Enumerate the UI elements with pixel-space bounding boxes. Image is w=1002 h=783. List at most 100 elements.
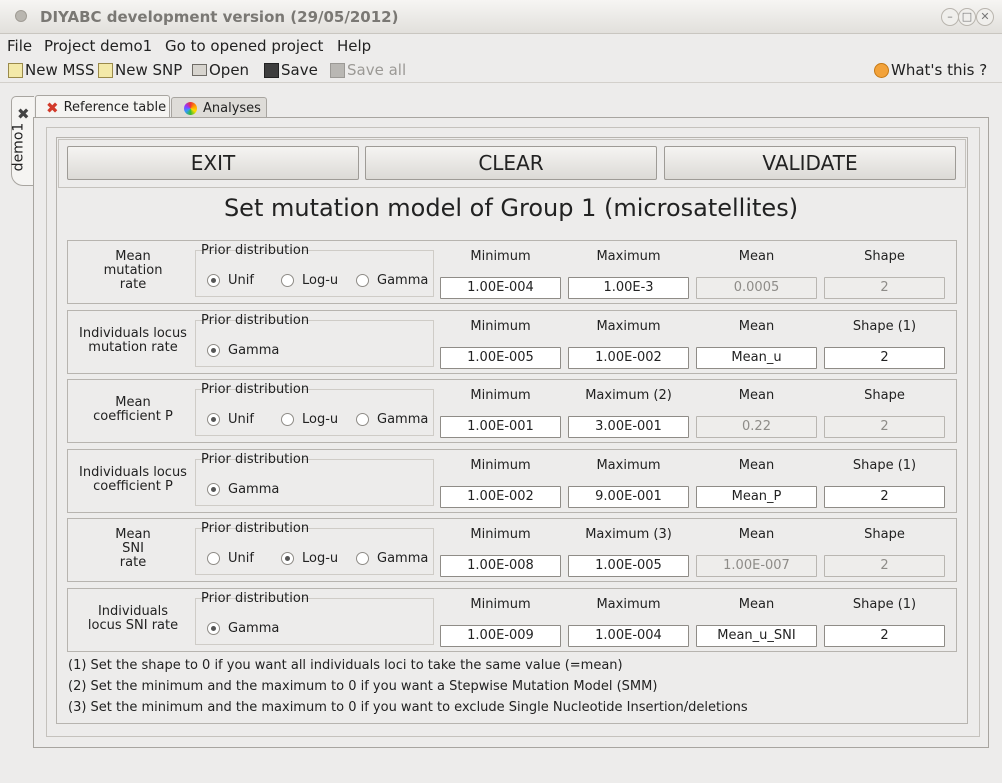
window-menu-icon[interactable] [15, 10, 27, 22]
color-wheel-icon [184, 101, 197, 115]
save-button[interactable]: Save [264, 61, 318, 79]
shape-input[interactable]: 2 [824, 347, 945, 369]
column-header-shape: Shape (1) [852, 319, 917, 334]
window-title: DIYABC development version (29/05/2012) [40, 8, 399, 26]
menu-go-to-opened-project[interactable]: Go to opened project [165, 37, 323, 55]
close-red-x-icon: ✖ [46, 98, 59, 117]
radio-indicator-icon [356, 552, 369, 565]
menu-help[interactable]: Help [337, 37, 371, 55]
tab-analyses[interactable]: Analyses [171, 97, 267, 118]
maximize-button[interactable]: □ [958, 8, 976, 26]
shape-input[interactable]: 2 [824, 625, 945, 647]
save-all-button[interactable]: Save all [330, 61, 406, 79]
radio-logu[interactable]: Log-u [281, 412, 338, 427]
whats-this-button[interactable]: What's this ? [874, 61, 987, 79]
minimize-button[interactable]: – [941, 8, 959, 26]
column-header-mean: Mean [738, 388, 775, 403]
radio-gamma[interactable]: Gamma [356, 273, 428, 288]
radio-indicator-icon [207, 344, 220, 357]
mean-input[interactable]: Mean_u [696, 347, 817, 369]
shape-input: 2 [824, 416, 945, 438]
shape-input: 2 [824, 555, 945, 577]
radio-gamma[interactable]: Gamma [356, 412, 428, 427]
radio-gamma[interactable]: Gamma [356, 551, 428, 566]
radio-indicator-icon [281, 413, 294, 426]
radio-gamma[interactable]: Gamma [207, 343, 279, 358]
minimum-input[interactable]: 1.00E-005 [440, 347, 561, 369]
parameter-row: Individuals locus SNI rate Prior distribu… [67, 588, 957, 652]
column-header-minimum: Minimum [470, 597, 531, 612]
parameter-row: Individuals locus mutation rate Prior dis… [67, 310, 957, 374]
clear-button[interactable]: CLEAR [365, 146, 657, 180]
mean-input[interactable]: Mean_u_SNI [696, 625, 817, 647]
radio-gamma[interactable]: Gamma [207, 482, 279, 497]
maximum-input[interactable]: 3.00E-001 [568, 416, 689, 438]
page-title: Set mutation model of Group 1 (microsate… [223, 194, 799, 222]
title-bar: DIYABC development version (29/05/2012) … [0, 0, 1002, 34]
radio-logu[interactable]: Log-u [281, 273, 338, 288]
menu-file[interactable]: File [7, 37, 32, 55]
radio-unif[interactable]: Unif [207, 412, 254, 427]
exit-button[interactable]: EXIT [67, 146, 359, 180]
radio-unif[interactable]: Unif [207, 551, 254, 566]
minimum-input[interactable]: 1.00E-008 [440, 555, 561, 577]
parameter-row: Mean mutation rate Prior distribution Unif… [67, 240, 957, 304]
column-header-shape: Shape [864, 527, 905, 542]
validate-button[interactable]: VALIDATE [664, 146, 956, 180]
mean-input[interactable]: Mean_P [696, 486, 817, 508]
column-header-maximum: Maximum [596, 249, 661, 264]
menu-project[interactable]: Project demo1 [44, 37, 152, 55]
footnote: (3) Set the minimum and the maximum to 0… [68, 700, 748, 715]
mean-input: 0.22 [696, 416, 817, 438]
close-project-icon[interactable]: ✖ [17, 105, 30, 123]
minimum-input[interactable]: 1.00E-002 [440, 486, 561, 508]
radio-unif[interactable]: Unif [207, 273, 254, 288]
floppy-disk-icon [264, 62, 279, 78]
project-tab-demo1[interactable]: ✖ demo1 [10, 96, 34, 186]
radio-label: Unif [228, 273, 254, 288]
project-tab-label: demo1 [10, 122, 27, 172]
mean-input: 0.0005 [696, 277, 817, 299]
new-mss-button[interactable]: New MSS [8, 61, 94, 79]
minimum-input[interactable]: 1.00E-009 [440, 625, 561, 647]
radio-indicator-icon [207, 274, 220, 287]
maximum-input[interactable]: 1.00E-005 [568, 555, 689, 577]
maximum-input[interactable]: 1.00E-3 [568, 277, 689, 299]
new-snp-button[interactable]: New SNP [98, 61, 182, 79]
radio-label: Unif [228, 412, 254, 427]
radio-label: Log-u [302, 412, 339, 427]
minimum-input[interactable]: 1.00E-004 [440, 277, 561, 299]
maximum-input[interactable]: 1.00E-004 [568, 625, 689, 647]
minimum-input[interactable]: 1.00E-001 [440, 416, 561, 438]
column-header-shape: Shape [864, 388, 905, 403]
radio-label: Gamma [377, 412, 429, 427]
radio-gamma[interactable]: Gamma [207, 621, 279, 636]
column-header-mean: Mean [738, 597, 775, 612]
radio-indicator-icon [281, 552, 294, 565]
parameter-row: Mean coefficient P Prior distribution Unif… [67, 379, 957, 443]
radio-label: Gamma [228, 343, 280, 358]
footnote: (1) Set the shape to 0 if you want all i… [68, 658, 623, 673]
new-file-icon [98, 62, 113, 78]
column-header-maximum: Maximum [596, 458, 661, 473]
footnote: (2) Set the minimum and the maximum to 0… [68, 679, 658, 694]
open-button[interactable]: Open [192, 61, 249, 79]
column-header-shape: Shape [864, 249, 905, 264]
maximum-input[interactable]: 1.00E-002 [568, 347, 689, 369]
radio-label: Gamma [228, 621, 280, 636]
column-header-mean: Mean [738, 319, 775, 334]
radio-label: Unif [228, 551, 254, 566]
column-header-minimum: Minimum [470, 458, 531, 473]
radio-logu[interactable]: Log-u [281, 551, 338, 566]
column-header-maximum: Maximum (3) [585, 527, 672, 542]
prior-distribution-label: Prior distribution [201, 243, 310, 258]
prior-distribution-label: Prior distribution [201, 382, 310, 397]
help-icon [874, 62, 889, 78]
column-header-maximum: Maximum [596, 319, 661, 334]
radio-indicator-icon [356, 413, 369, 426]
close-button[interactable]: ✕ [976, 8, 994, 26]
maximum-input[interactable]: 9.00E-001 [568, 486, 689, 508]
tab-reference-table[interactable]: ✖ Reference table [35, 95, 170, 119]
shape-input[interactable]: 2 [824, 486, 945, 508]
toolbar: New MSS New SNP Open Save Save all What'… [0, 58, 1002, 83]
